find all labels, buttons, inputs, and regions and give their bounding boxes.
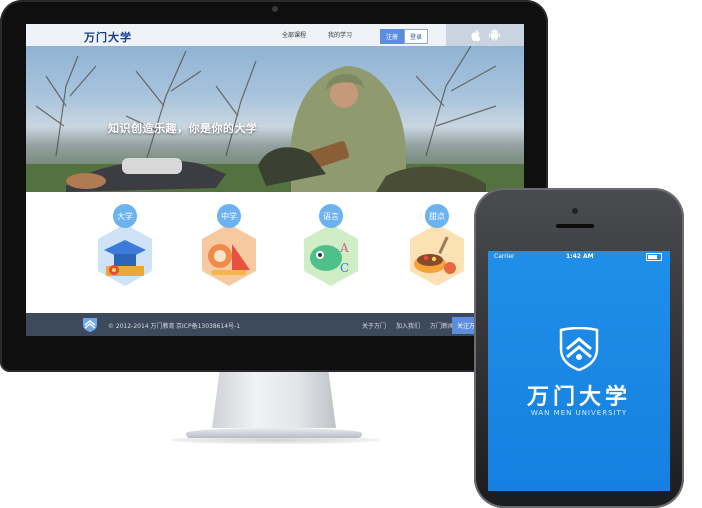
shield-logo-icon xyxy=(83,318,97,332)
main-nav: 全部课程 我的学习 xyxy=(282,30,352,39)
icp-license[interactable]: 京ICP备13038614号-1 xyxy=(176,321,240,330)
category-language[interactable]: A C 语言 xyxy=(296,204,366,296)
category-university[interactable]: 大学 xyxy=(90,204,160,296)
app-subtitle: WAN MEN UNIVERSITY xyxy=(530,409,628,417)
shield-logo-icon xyxy=(559,327,599,371)
battery-icon xyxy=(646,253,662,261)
svg-text:A: A xyxy=(339,241,349,255)
hero-banner[interactable]: 知识创造乐趣，你是你的大学 xyxy=(26,46,524,192)
carrier-label: Carrier xyxy=(494,253,515,260)
app-name: 万门大学 xyxy=(526,384,631,410)
monitor-stand-base xyxy=(186,428,362,438)
login-button[interactable]: 登录 xyxy=(404,29,429,44)
category-middle-school[interactable]: 中学 xyxy=(194,204,264,296)
category-label: 甜点 xyxy=(425,204,449,228)
copyright-text: © 2012-2014 万门教育 xyxy=(108,323,175,330)
category-label: 大学 xyxy=(113,204,137,228)
banner-photo xyxy=(26,46,524,192)
banner-slogan: 知识创造乐趣，你是你的大学 xyxy=(108,122,258,135)
phone-screen: Carrier 1:42 AM 万门大学 WAN MEN UNIVERSITY xyxy=(488,251,670,491)
language-icon: A C xyxy=(304,224,358,286)
site-header: 万门大学 全部课程 我的学习 注册 登录 xyxy=(26,24,524,46)
dessert-icon xyxy=(410,224,464,286)
earpiece-speaker xyxy=(556,224,594,228)
auth-buttons: 注册 登录 xyxy=(380,29,429,44)
nav-my-learning[interactable]: 我的学习 xyxy=(328,30,352,39)
category-dessert[interactable]: 甜点 xyxy=(402,204,472,296)
footer-link-about[interactable]: 关于万门 xyxy=(362,321,386,330)
website-screen: 万门大学 全部课程 我的学习 注册 登录 知识创造乐趣，你是你的大学 大学 中学… xyxy=(26,24,524,336)
status-bar: Carrier 1:42 AM xyxy=(488,251,670,261)
category-label: 中学 xyxy=(217,204,241,228)
apple-icon[interactable] xyxy=(471,29,481,41)
platform-downloads xyxy=(446,24,524,46)
graduation-cap-icon xyxy=(98,224,152,286)
category-label: 语言 xyxy=(319,204,343,228)
register-button[interactable]: 注册 xyxy=(380,29,405,44)
stationery-icon xyxy=(202,224,256,286)
footer-link-join[interactable]: 加入我们 xyxy=(396,321,420,330)
mobile-phone: Carrier 1:42 AM 万门大学 WAN MEN UNIVERSITY xyxy=(474,188,684,508)
front-camera-icon xyxy=(572,208,578,214)
svg-text:C: C xyxy=(340,261,349,275)
android-icon[interactable] xyxy=(488,29,500,41)
status-time: 1:42 AM xyxy=(566,253,594,260)
monitor-stand-neck xyxy=(212,372,336,428)
desktop-monitor: 万门大学 全部课程 我的学习 注册 登录 知识创造乐趣，你是你的大学 大学 中学… xyxy=(0,0,548,372)
camera-icon xyxy=(272,6,278,12)
nav-all-courses[interactable]: 全部课程 xyxy=(282,30,306,39)
footer-links: 关于万门 加入我们 万门新闻 xyxy=(362,321,454,330)
site-footer: © 2012-2014 万门教育 京ICP备13038614号-1 关于万门 加… xyxy=(26,313,524,336)
footer-link-news[interactable]: 万门新闻 xyxy=(430,321,454,330)
site-logo[interactable]: 万门大学 xyxy=(84,29,132,45)
category-section: 大学 中学 A C 语言 甜点 xyxy=(26,192,524,312)
